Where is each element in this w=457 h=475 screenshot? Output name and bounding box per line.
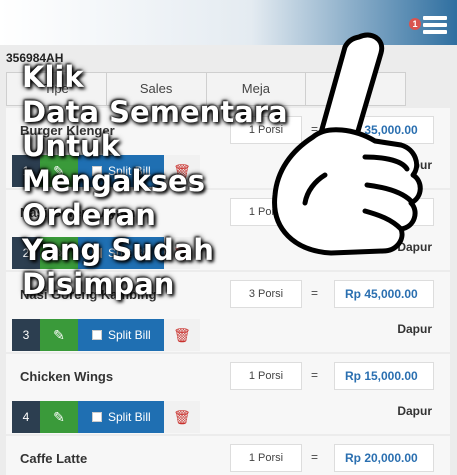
split-bill-checkbox[interactable] bbox=[92, 330, 102, 340]
instruction-line: Klik bbox=[22, 60, 84, 94]
instruction-line: Untuk bbox=[22, 129, 120, 163]
equals-sign: = bbox=[311, 450, 319, 464]
split-bill-button[interactable]: Split Bill bbox=[78, 319, 164, 351]
order-item: Chicken Wings 1 Porsi = Rp 15,000.00 Dap… bbox=[6, 354, 450, 434]
item-name: Caffe Latte bbox=[20, 451, 88, 466]
kitchen-destination: Dapur bbox=[397, 322, 432, 336]
instruction-line: Data Sementara bbox=[22, 94, 288, 129]
item-number: 3 bbox=[12, 319, 40, 351]
delete-button[interactable]: 🗑 bbox=[164, 401, 200, 433]
order-item: Caffe Latte 1 Porsi = Rp 20,000.00 bbox=[6, 436, 450, 475]
item-number: 4 bbox=[12, 401, 40, 433]
split-bill-button[interactable]: Split Bill bbox=[78, 401, 164, 433]
edit-button[interactable]: ✎ bbox=[40, 319, 78, 351]
split-bill-label: Split Bill bbox=[108, 328, 151, 342]
quantity-field[interactable]: 1 Porsi bbox=[230, 362, 302, 390]
item-actions: 3 ✎ Split Bill 🗑 bbox=[12, 319, 200, 351]
instruction-line: Yang Sudah bbox=[22, 232, 214, 267]
item-actions: 4 ✎ Split Bill 🗑 bbox=[12, 401, 200, 433]
split-bill-checkbox[interactable] bbox=[92, 412, 102, 422]
delete-button[interactable]: 🗑 bbox=[164, 319, 200, 351]
quantity-field[interactable]: 1 Porsi bbox=[230, 444, 302, 472]
edit-icon: ✎ bbox=[53, 409, 65, 425]
instruction-line: Mengakses bbox=[22, 163, 205, 198]
price-field: Rp 15,000.00 bbox=[334, 362, 434, 390]
price-field: Rp 45,000.00 bbox=[334, 280, 434, 308]
instruction-line: Orderan bbox=[22, 198, 156, 232]
edit-icon: ✎ bbox=[53, 327, 65, 343]
instruction-line: Disimpan bbox=[22, 267, 175, 301]
kitchen-destination: Dapur bbox=[397, 404, 432, 418]
item-name: Chicken Wings bbox=[20, 369, 114, 384]
trash-icon: 🗑 bbox=[173, 409, 191, 425]
edit-button[interactable]: ✎ bbox=[40, 401, 78, 433]
equals-sign: = bbox=[311, 368, 319, 382]
equals-sign: = bbox=[311, 286, 319, 300]
split-bill-label: Split Bill bbox=[108, 410, 151, 424]
trash-icon: 🗑 bbox=[173, 327, 191, 343]
price-field: Rp 20,000.00 bbox=[334, 444, 434, 472]
instruction-overlay: Klik Data Sementara Untuk Mengakses Orde… bbox=[22, 60, 288, 302]
